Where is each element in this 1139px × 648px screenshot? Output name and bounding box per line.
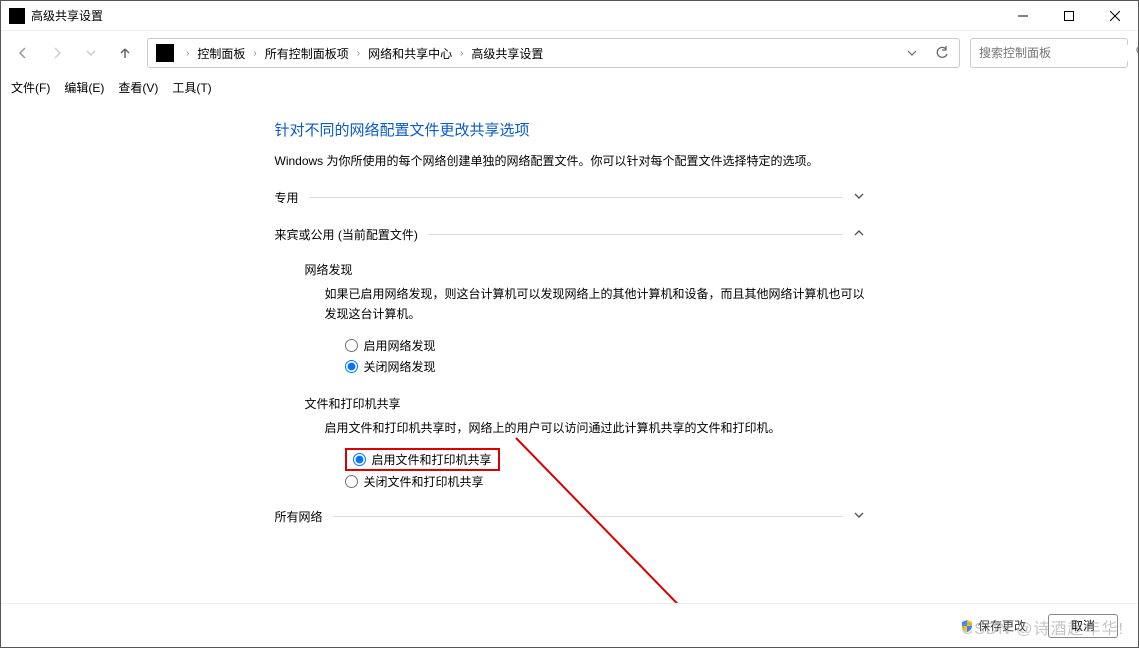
radio-enable-fileshare[interactable]: 启用文件和打印机共享: [353, 451, 492, 468]
back-button[interactable]: [11, 41, 35, 65]
highlight-annotation: 启用文件和打印机共享: [345, 448, 500, 471]
cancel-button[interactable]: 取消: [1048, 614, 1118, 638]
section-label: 来宾或公用 (当前配置文件): [275, 226, 418, 243]
page-description: Windows 为你所使用的每个网络创建单独的网络配置文件。你可以针对每个配置文…: [275, 152, 865, 169]
radio-label: 启用文件和打印机共享: [372, 451, 492, 468]
breadcrumb-item[interactable]: 网络和共享中心: [368, 45, 452, 62]
chevron-right-icon: ›: [186, 48, 189, 59]
radio-input[interactable]: [345, 475, 358, 488]
section-all-networks: 所有网络: [275, 504, 865, 529]
location-icon: [156, 44, 174, 62]
divider: [428, 234, 843, 235]
cancel-label: 取消: [1071, 617, 1095, 634]
page-title: 针对不同的网络配置文件更改共享选项: [275, 119, 865, 140]
chevron-right-icon: ›: [253, 48, 256, 59]
app-icon: [9, 8, 25, 24]
search-input[interactable]: [977, 45, 1136, 61]
menu-view[interactable]: 查看(V): [118, 79, 158, 96]
radio-disable-fileshare[interactable]: 关闭文件和打印机共享: [345, 471, 865, 492]
chevron-right-icon: ›: [357, 48, 360, 59]
titlebar: 高级共享设置: [1, 1, 1138, 31]
shield-icon: [960, 619, 974, 633]
section-guest-public: 来宾或公用 (当前配置文件) 网络发现 如果已启用网络发现，则这台计算机可以发现…: [275, 222, 865, 492]
section-label: 所有网络: [275, 508, 323, 525]
close-button[interactable]: [1092, 1, 1138, 31]
section-header-private[interactable]: 专用: [275, 185, 865, 210]
maximize-button[interactable]: [1046, 1, 1092, 31]
footer: 保存更改 取消: [1, 603, 1138, 647]
section-header-all[interactable]: 所有网络: [275, 504, 865, 529]
radio-group-fileshare: 启用文件和打印机共享 关闭文件和打印机共享: [345, 448, 865, 492]
section-label: 专用: [275, 189, 299, 206]
menu-edit[interactable]: 编辑(E): [64, 79, 104, 96]
radio-group-discovery: 启用网络发现 关闭网络发现: [345, 335, 865, 377]
save-button[interactable]: 保存更改: [950, 614, 1036, 638]
window: 高级共享设置 › 控制面板 › 所有控制面板项: [0, 0, 1139, 648]
recent-dropdown[interactable]: [79, 41, 103, 65]
section-body-guest: 网络发现 如果已启用网络发现，则这台计算机可以发现网络上的其他计算机和设备，而且…: [275, 247, 865, 492]
radio-input[interactable]: [353, 453, 366, 466]
subsection-file-printer-share: 文件和打印机共享: [305, 395, 865, 412]
radio-enable-discovery[interactable]: 启用网络发现: [345, 335, 865, 356]
radio-label: 关闭文件和打印机共享: [364, 473, 484, 490]
chevron-up-icon: [853, 227, 865, 242]
chevron-right-icon: ›: [460, 48, 463, 59]
address-bar[interactable]: › 控制面板 › 所有控制面板项 › 网络和共享中心 › 高级共享设置: [147, 38, 960, 68]
radio-label: 关闭网络发现: [364, 358, 436, 375]
minimize-button[interactable]: [1000, 1, 1046, 31]
chevron-down-icon: [853, 509, 865, 524]
section-header-guest[interactable]: 来宾或公用 (当前配置文件): [275, 222, 865, 247]
content-area: 针对不同的网络配置文件更改共享选项 Windows 为你所使用的每个网络创建单独…: [1, 99, 1138, 603]
breadcrumb-item[interactable]: 高级共享设置: [471, 45, 543, 62]
address-dropdown-button[interactable]: [899, 40, 925, 66]
file-share-desc: 启用文件和打印机共享时，网络上的用户可以访问通过此计算机共享的文件和打印机。: [325, 418, 865, 438]
window-title: 高级共享设置: [31, 7, 103, 24]
refresh-button[interactable]: [929, 40, 955, 66]
breadcrumb-item[interactable]: 控制面板: [197, 45, 245, 62]
navbar: › 控制面板 › 所有控制面板项 › 网络和共享中心 › 高级共享设置: [1, 31, 1138, 75]
radio-input[interactable]: [345, 360, 358, 373]
breadcrumb-item[interactable]: 所有控制面板项: [265, 45, 349, 62]
radio-input[interactable]: [345, 339, 358, 352]
menu-tools[interactable]: 工具(T): [172, 79, 211, 96]
forward-button[interactable]: [45, 41, 69, 65]
radio-label: 启用网络发现: [364, 337, 436, 354]
menubar: 文件(F) 编辑(E) 查看(V) 工具(T): [1, 75, 1138, 99]
up-button[interactable]: [113, 41, 137, 65]
settings-panel: 针对不同的网络配置文件更改共享选项 Windows 为你所使用的每个网络创建单独…: [275, 119, 865, 529]
save-label: 保存更改: [978, 617, 1026, 634]
subsection-network-discovery: 网络发现: [305, 261, 865, 278]
radio-disable-discovery[interactable]: 关闭网络发现: [345, 356, 865, 377]
menu-file[interactable]: 文件(F): [11, 79, 50, 96]
search-box[interactable]: [970, 38, 1128, 68]
divider: [333, 516, 843, 517]
section-private: 专用: [275, 185, 865, 210]
network-discovery-desc: 如果已启用网络发现，则这台计算机可以发现网络上的其他计算机和设备，而且其他网络计…: [325, 284, 865, 325]
chevron-down-icon: [853, 190, 865, 205]
divider: [309, 197, 843, 198]
